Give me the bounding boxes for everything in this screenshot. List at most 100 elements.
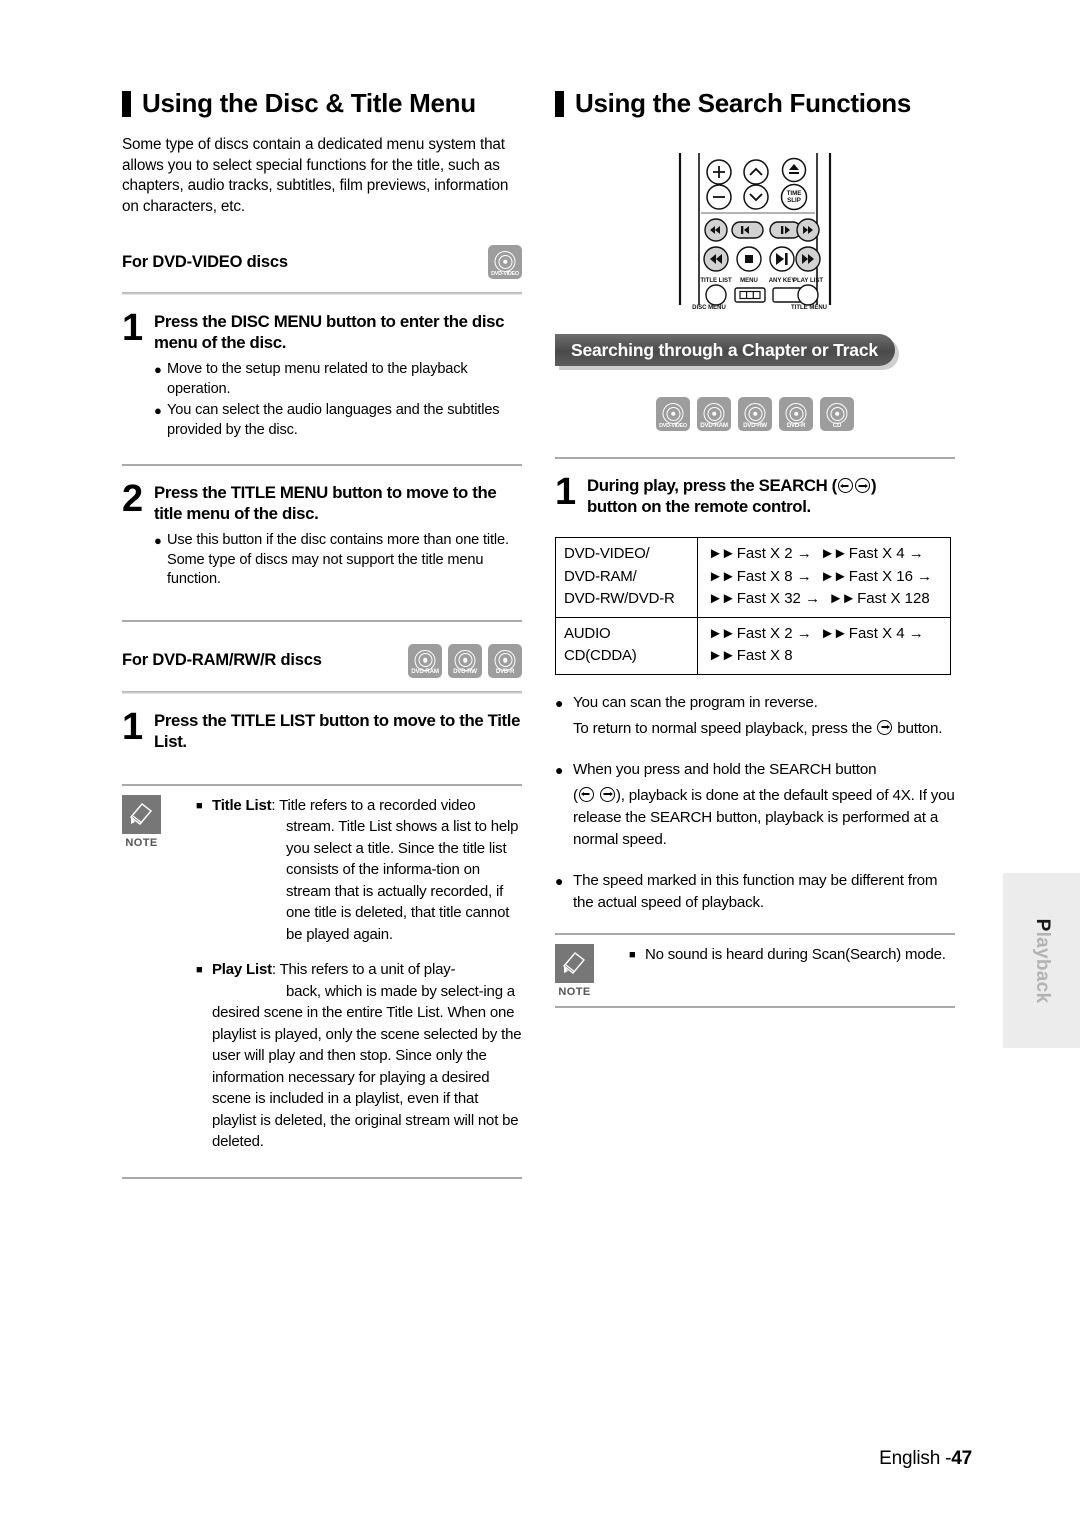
note-item-first-line: Title refers to a recorded video xyxy=(279,796,476,814)
section-ribbon-banner: Searching through a Chapter or Track xyxy=(555,334,899,370)
bullet-text: You can select the audio languages and t… xyxy=(167,402,500,438)
search-reverse-button-icon xyxy=(837,478,853,493)
table-label-line: DVD-RW/DVD-R xyxy=(564,590,675,607)
table-speed-line: ►► Fast X 2 → ►► Fast X 4 → xyxy=(708,623,950,646)
step-bullet-list: ● Move to the setup menu related to the … xyxy=(154,360,522,440)
speed-step: Fast X 8 → xyxy=(736,567,812,585)
fast-forward-icon: ►► xyxy=(708,567,736,585)
dvd-rw-disc-icon: DVD-RW xyxy=(738,397,772,431)
speed-step: Fast X 8 xyxy=(736,647,793,664)
divider xyxy=(555,457,955,459)
dvd-video-disc-icon: DVD-VIDEO xyxy=(488,245,522,279)
bullet-text: Use this button if the disc contains mor… xyxy=(167,532,509,587)
table-cell-disc-types: DVD-VIDEO/ DVD-RAM/ DVD-RW/DVD-R xyxy=(555,537,698,618)
fast-forward-icon: ►► xyxy=(820,567,848,585)
side-tab-playback: Playback xyxy=(1003,873,1080,1048)
note-badge: NOTE xyxy=(555,943,607,998)
disc-icon-caption: CD xyxy=(832,421,842,429)
bullet-item: ● You can select the audio languages and… xyxy=(154,401,522,440)
remote-control-diagram: TIME SLIP TITLE LIST MENU ANY KEY PLAY L… xyxy=(678,153,832,310)
step-title-menu: 2 Press the TITLE MENU button to move to… xyxy=(122,480,522,592)
step-disc-menu: 1 Press the DISC MENU button to enter th… xyxy=(122,309,522,442)
disc-ring-icon xyxy=(662,403,684,424)
svg-text:MENU: MENU xyxy=(740,278,758,284)
footer-language: English - xyxy=(879,1448,952,1469)
bullet-dot-icon: ● xyxy=(555,761,564,778)
svg-text:SLIP: SLIP xyxy=(787,197,801,204)
fast-forward-icon: ►► xyxy=(708,624,736,642)
note-label: NOTE xyxy=(558,985,591,998)
step-title-list: 1 Press the TITLE LIST button to move to… xyxy=(122,705,522,752)
heading-bar-icon xyxy=(555,90,564,117)
dvd-ram-disc-header: For DVD-RAM/RW/R discs DVD-RAM DVD-RW DV… xyxy=(122,643,522,678)
divider xyxy=(122,292,522,295)
table-row: AUDIO CD(CDDA) ►► Fast X 2 → ►► Fast X 4 →… xyxy=(555,616,951,675)
svg-text:ANY KEY: ANY KEY xyxy=(769,278,796,284)
svg-text:PLAY LIST: PLAY LIST xyxy=(793,278,823,284)
step-title-part1: During play, press the SEARCH ( xyxy=(587,476,837,495)
cd-disc-icon: CD xyxy=(820,397,854,431)
divider xyxy=(122,619,522,622)
speed-step: Fast X 4 → xyxy=(848,624,924,642)
note-item-list: ■ No sound is heard during Scan(Search) … xyxy=(607,944,955,998)
left-intro-paragraph: Some type of discs contain a dedicated m… xyxy=(122,136,509,215)
step-title: Press the DISC MENU button to enter the … xyxy=(154,312,505,352)
svg-text:DISC MENU: DISC MENU xyxy=(692,305,726,310)
manual-page: Playback Using the Disc & Title Menu Som… xyxy=(0,0,1080,1526)
page-footer: English -47 xyxy=(879,1448,972,1470)
note-text: Title List: Title refers to a recorded v… xyxy=(212,797,522,946)
dvd-video-header-label: For DVD-VIDEO discs xyxy=(122,252,288,271)
step-number: 1 xyxy=(122,705,143,748)
bullet-dot-icon: ● xyxy=(154,533,162,548)
disc-icon-caption: DVD-R xyxy=(495,668,515,675)
search-bullet-list: ● You can scan the program in reverse. T… xyxy=(555,692,955,918)
step-title: Press the TITLE MENU button to move to t… xyxy=(154,483,497,523)
svg-text:TITLE MENU: TITLE MENU xyxy=(791,305,827,310)
step-title-part2: ) xyxy=(870,476,877,495)
disc-icon-caption: DVD-VIDEO xyxy=(491,270,519,277)
bullet-dot-icon: ● xyxy=(555,872,564,889)
pencil-icon xyxy=(122,794,161,834)
fast-forward-icon: ►► xyxy=(708,545,736,562)
disc-icon-caption: DVD-RAM xyxy=(411,668,439,675)
note-item: ■ Title List: Title refers to a recorded… xyxy=(196,795,522,946)
note-item-list: ■ Title List: Title refers to a recorded… xyxy=(174,795,522,1167)
square-bullet-icon: ■ xyxy=(196,799,203,812)
dvd-video-icon-group: DVD-VIDEO xyxy=(488,245,522,279)
dvd-r-disc-icon: DVD-R xyxy=(488,643,522,678)
divider xyxy=(122,1176,522,1179)
table-label-line: AUDIO xyxy=(564,624,611,642)
bullet-text: When you press and hold the SEARCH butto… xyxy=(573,760,877,778)
dvd-video-disc-icon: DVD-VIDEO xyxy=(656,397,690,431)
table-label-line: DVD-VIDEO/ xyxy=(564,545,650,562)
disc-icon-caption: DVD-RW xyxy=(743,421,767,429)
fast-forward-icon: ►► xyxy=(820,545,848,562)
step-title-line2: button on the remote control. xyxy=(587,497,811,516)
note-item-lead: Title List xyxy=(212,796,272,814)
dvd-rw-disc-icon: DVD-RW xyxy=(448,643,482,678)
bullet-text: Move to the setup menu related to the pl… xyxy=(167,361,468,397)
bullet-text: You can scan the program in reverse. xyxy=(573,693,818,711)
dvd-ram-disc-icon: DVD-RAM xyxy=(697,397,731,431)
right-column: Using the Search Functions TIME SLIP TIT… xyxy=(555,88,955,1008)
bullet-item: ● When you press and hold the SEARCH but… xyxy=(555,759,955,855)
left-section-heading: Using the Disc & Title Menu xyxy=(122,88,522,119)
speed-step: Fast X 32 → xyxy=(736,590,821,607)
note-text: Play List: This refers to a unit of play… xyxy=(212,961,522,1150)
bullet-text: To return to normal speed playback, pres… xyxy=(573,719,943,737)
search-forward-button-icon xyxy=(854,478,870,493)
note-item-sep: : xyxy=(271,961,280,978)
step-bullet-list: ● Use this button if the disc contains m… xyxy=(154,531,522,590)
note-label: NOTE xyxy=(125,836,158,849)
bullet-dot-icon: ● xyxy=(154,403,162,418)
bullet-dot-icon: ● xyxy=(555,694,564,711)
step-title: Press the TITLE LIST button to move to t… xyxy=(154,710,521,751)
table-row: DVD-VIDEO/ DVD-RAM/ DVD-RW/DVD-R ►► Fast … xyxy=(555,537,951,618)
side-tab-rest: layback xyxy=(1031,931,1053,1003)
speed-step: Fast X 4 → xyxy=(848,545,924,562)
fast-forward-icon: ►► xyxy=(708,590,736,607)
pencil-icon xyxy=(555,943,594,983)
bullet-item: ● Move to the setup menu related to the … xyxy=(154,360,522,399)
speed-step: Fast X 2 → xyxy=(736,624,812,642)
dvd-ram-icon-group: DVD-RAM DVD-RW DVD-R xyxy=(408,643,522,678)
